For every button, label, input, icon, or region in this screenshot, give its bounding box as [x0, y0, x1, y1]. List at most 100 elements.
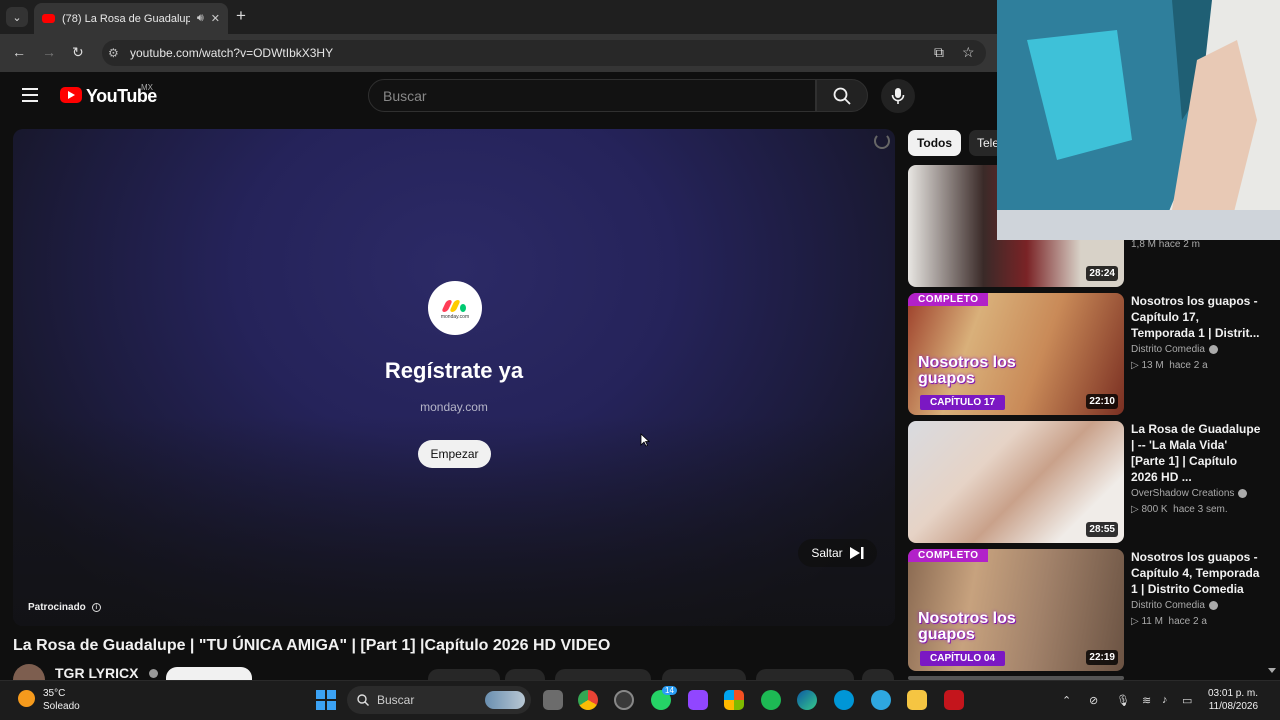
- search-highlight-image: [485, 691, 525, 709]
- twitch-icon[interactable]: [688, 690, 708, 710]
- whatsapp-badge: 14: [662, 686, 677, 695]
- completo-badge: COMPLETO: [908, 549, 989, 562]
- mouse-cursor-icon: [640, 433, 650, 447]
- advertiser-logo[interactable]: monday.com: [428, 281, 482, 335]
- chip-todos[interactable]: Todos: [908, 130, 961, 156]
- info-icon[interactable]: i: [91, 603, 101, 612]
- chrome-icon[interactable]: [578, 690, 598, 710]
- speaker-icon[interactable]: 🔊︎: [197, 12, 204, 25]
- recommendation-info[interactable]: La Rosa de Guadalupe | -- 'La Mala Vida'…: [1131, 421, 1261, 515]
- age: hace 2 a: [1169, 360, 1208, 371]
- app-icon[interactable]: [871, 690, 891, 710]
- system-clock[interactable]: 03:01 p. m. 11/08/2026: [1208, 687, 1258, 713]
- wifi-icon[interactable]: ≋: [1142, 694, 1151, 707]
- chevron-down-icon: ⌄: [12, 11, 22, 24]
- taskbar-search[interactable]: Buscar: [347, 686, 531, 714]
- active-tab[interactable]: (78) La Rosa de Guadalupe 🔊︎ ✕: [34, 3, 228, 34]
- recommendation-title[interactable]: Nosotros los guapos - Capítulo 17, Tempo…: [1131, 293, 1261, 341]
- mcafee-icon[interactable]: [944, 690, 964, 710]
- recommendation-title[interactable]: La Rosa de Guadalupe | -- 'La Mala Vida'…: [1131, 421, 1261, 485]
- recommendation-thumbnail[interactable]: 28:55: [908, 421, 1124, 543]
- menu-icon[interactable]: [22, 88, 38, 102]
- forward-arrow-icon[interactable]: →: [42, 44, 56, 60]
- age: hace 3 sem.: [1173, 504, 1228, 515]
- ad-cta-button[interactable]: Empezar: [418, 440, 491, 468]
- bookmark-star-icon[interactable]: ☆: [962, 44, 975, 61]
- search-input[interactable]: Buscar: [368, 79, 816, 112]
- scroll-down-icon[interactable]: [1268, 668, 1276, 673]
- clock-time: 03:01 p. m.: [1208, 688, 1259, 699]
- thumbnail-overlay-title: Nosotros los guapos: [918, 610, 1016, 643]
- microphone-tray-icon[interactable]: 🎙︎: [1116, 694, 1130, 707]
- ad-headline: Regístrate ya: [384, 358, 524, 383]
- recommendation-thumbnail[interactable]: COMPLETO Nosotros los guapos CAPÍTULO 04…: [908, 549, 1124, 671]
- sun-icon[interactable]: [18, 690, 35, 707]
- skip-label: Saltar: [811, 546, 843, 560]
- channel-label: OverShadow Creations: [1131, 488, 1235, 499]
- weather-widget[interactable]: 35°C Soleado: [43, 687, 80, 713]
- microphone-icon: [891, 88, 905, 104]
- install-app-icon[interactable]: ⧉: [934, 44, 944, 61]
- spotify-icon[interactable]: [761, 690, 781, 710]
- obs-icon[interactable]: [614, 690, 634, 710]
- search-button[interactable]: [816, 79, 868, 112]
- skip-ad-button[interactable]: Saltar: [798, 539, 877, 567]
- close-tab-icon[interactable]: ✕: [211, 12, 220, 25]
- views: 11 M: [1141, 616, 1163, 627]
- url-text: youtube.com/watch?v=ODWtIbkX3HY: [130, 46, 334, 60]
- recommendation-title[interactable]: Nosotros los guapos - Capítulo 4, Tempor…: [1131, 549, 1261, 597]
- channel-row: TGR LYRICX: [13, 664, 158, 696]
- chapter-badge: CAPÍTULO 17: [920, 395, 1006, 410]
- recommendation-channel[interactable]: Distrito Comedia: [1131, 600, 1261, 611]
- recommendation-info[interactable]: Nosotros los guapos - Capítulo 17, Tempo…: [1131, 293, 1261, 371]
- webcam-person-image: [997, 0, 1280, 240]
- recommendation-info[interactable]: Nosotros los guapos - Capítulo 4, Tempor…: [1131, 549, 1261, 627]
- reload-icon[interactable]: ↻: [72, 44, 84, 61]
- verified-icon: [148, 668, 158, 678]
- tab-title: (78) La Rosa de Guadalupe: [62, 12, 190, 25]
- recommendation-channel[interactable]: OverShadow Creations: [1131, 488, 1261, 499]
- temperature: 35°C: [43, 688, 66, 699]
- address-bar[interactable]: youtube.com/watch?v=ODWtIbkX3HY: [102, 40, 986, 66]
- file-explorer-icon[interactable]: [907, 690, 927, 710]
- hp-icon[interactable]: [834, 690, 854, 710]
- weather-condition: Soleado: [43, 701, 80, 712]
- windows-start-icon[interactable]: [316, 690, 336, 710]
- search-placeholder: Buscar: [383, 87, 427, 104]
- verified-icon: [1238, 489, 1248, 498]
- site-info-icon[interactable]: ⚙︎: [108, 46, 119, 60]
- recommendation-meta: 1,8 M hace 2 m: [1131, 239, 1200, 250]
- recommendation-channel[interactable]: Distrito Comedia: [1131, 344, 1261, 355]
- mute-icon[interactable]: ⊘: [1089, 694, 1098, 707]
- battery-icon[interactable]: ▭: [1182, 694, 1192, 707]
- completo-badge: COMPLETO: [908, 293, 989, 306]
- youtube-favicon-icon: [42, 14, 55, 23]
- volume-icon[interactable]: ♪: [1162, 694, 1168, 706]
- back-arrow-icon[interactable]: ←: [12, 44, 26, 60]
- search-icon: [357, 694, 369, 706]
- sponsored-text: Patrocinado: [28, 602, 86, 613]
- country-code: MX: [141, 83, 153, 92]
- youtube-logo-icon[interactable]: [60, 87, 82, 103]
- microsoft-store-icon[interactable]: [724, 690, 744, 710]
- tray-expand-icon[interactable]: ⌃: [1062, 694, 1071, 707]
- new-tab-button[interactable]: +: [236, 7, 246, 24]
- duration-badge: 22:10: [1086, 394, 1118, 409]
- views: 800 K: [1141, 504, 1168, 515]
- advertiser-logo-text: monday.com: [440, 314, 470, 320]
- voice-search-button[interactable]: [881, 79, 915, 113]
- edge-icon[interactable]: [797, 690, 817, 710]
- webcam-overlay: [997, 0, 1280, 240]
- duration-badge: 28:55: [1086, 522, 1118, 537]
- recommendation-meta: ▷ 11 M hace 2 a: [1131, 616, 1207, 627]
- tab-search-button[interactable]: ⌄: [6, 7, 28, 27]
- recommendation-meta: ▷ 13 M hace 2 a: [1131, 360, 1208, 371]
- search-icon: [833, 87, 851, 105]
- clock-date: 11/08/2026: [1208, 701, 1259, 712]
- duration-badge: 22:19: [1086, 650, 1118, 665]
- windows-taskbar: [0, 680, 1280, 720]
- task-view-icon[interactable]: [543, 690, 563, 710]
- recommendation-thumbnail[interactable]: COMPLETO Nosotros los guapos CAPÍTULO 17…: [908, 293, 1124, 415]
- thumbnail-overlay-title: Nosotros los guapos: [918, 354, 1016, 387]
- channel-name[interactable]: TGR LYRICX: [55, 665, 139, 681]
